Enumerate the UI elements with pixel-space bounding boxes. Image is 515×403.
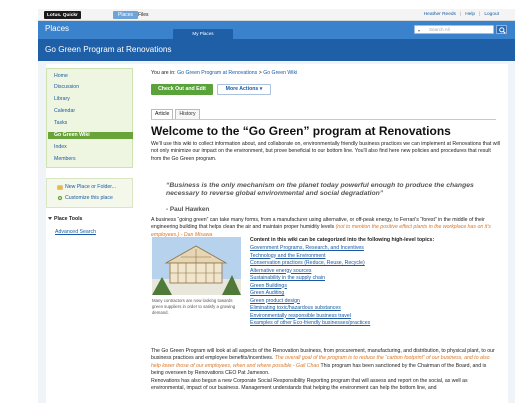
- going-green-paragraph: A business “going green” can take many f…: [151, 217, 491, 238]
- place-actions: New Place or Folder... Customize this pl…: [46, 178, 133, 208]
- photo-caption: Many contractors are now looking towards…: [152, 298, 236, 315]
- advanced-search-link[interactable]: Advanced Search: [55, 229, 96, 236]
- sidebar-item-discussion[interactable]: Discussion: [54, 84, 79, 91]
- place-title: Go Green Program at Renovations: [45, 45, 172, 54]
- search-input[interactable]: ▾ Search All: [414, 25, 494, 34]
- sidebar-item-go-green-wiki[interactable]: Go Green Wiki: [48, 132, 133, 139]
- topic-link[interactable]: Conservation practices (Reduce, Reuse, R…: [250, 260, 365, 267]
- tab-divider: [151, 119, 496, 120]
- topic-link[interactable]: Technology and the Environment: [250, 253, 326, 260]
- sidebar-item-library[interactable]: Library: [54, 96, 70, 103]
- program-paragraph: The Go Green Program will look at all as…: [151, 348, 495, 377]
- search-scope-dropdown-icon[interactable]: ▾: [418, 27, 420, 34]
- place-header: Places My Places ▾ Search All Go Green P…: [38, 21, 515, 61]
- customize-place-link[interactable]: Customize this place: [57, 195, 113, 202]
- quote-text: “Business is the only mechanism on the p…: [166, 182, 474, 198]
- check-out-edit-button[interactable]: Check Out and Edit: [151, 84, 213, 95]
- topic-link[interactable]: Government Programs, Research, and Incen…: [250, 245, 364, 252]
- intro-paragraph: We'll use this wiki to collect informati…: [151, 141, 500, 162]
- sidebar-item-tasks[interactable]: Tasks: [54, 120, 67, 127]
- breadcrumb-page-link[interactable]: Go Green Wiki: [263, 70, 297, 76]
- page-title: Welcome to the “Go Green” program at Ren…: [151, 124, 451, 138]
- tab-places[interactable]: Places: [113, 11, 139, 19]
- topics-heading: Content in this wiki can be categorized …: [250, 237, 435, 243]
- breadcrumb-place-link[interactable]: Go Green Program at Renovations: [177, 70, 257, 76]
- places-title: Places: [45, 24, 70, 33]
- topic-link[interactable]: Sustainability in the supply chain: [250, 275, 325, 282]
- topic-link[interactable]: Green product design: [250, 298, 300, 305]
- topic-link[interactable]: Alternative energy sources: [250, 268, 311, 275]
- product-logo[interactable]: Lotus. Quickr: [44, 11, 81, 19]
- user-links: Heather Reeds | Help | Logout: [423, 12, 499, 17]
- more-actions-button[interactable]: More Actions ▾: [217, 84, 271, 95]
- place-tools-heading[interactable]: Place Tools: [48, 216, 82, 223]
- top-bar: Lotus. Quickr Places Files Heather Reeds…: [38, 9, 515, 21]
- search-button[interactable]: [496, 25, 507, 34]
- search-icon: [499, 27, 506, 34]
- topic-link[interactable]: Eliminating toxic/hazardous substances: [250, 305, 341, 312]
- tab-files[interactable]: Files: [138, 12, 149, 18]
- user-name-link[interactable]: Heather Reeds: [424, 12, 456, 17]
- house-photo: [152, 237, 241, 295]
- tab-article[interactable]: Article: [151, 109, 174, 119]
- tab-history[interactable]: History: [175, 109, 200, 119]
- my-places-tab[interactable]: My Places: [173, 29, 233, 39]
- topic-link[interactable]: Green Buildings: [250, 283, 287, 290]
- customize-icon: [57, 195, 63, 201]
- sidebar-item-members[interactable]: Members: [54, 156, 76, 163]
- new-place-link[interactable]: New Place or Folder...: [57, 184, 116, 191]
- collapse-triangle-icon: [48, 217, 52, 221]
- csr-paragraph: Renovations has also begun a new Corpora…: [151, 378, 468, 392]
- sidebar-item-index[interactable]: Index: [54, 144, 67, 151]
- logout-link[interactable]: Logout: [484, 12, 499, 17]
- sidebar-nav: Home Discussion Library Calendar Tasks G…: [46, 68, 133, 168]
- search-placeholder: Search All: [429, 27, 450, 32]
- sidebar-item-calendar[interactable]: Calendar: [54, 108, 75, 115]
- sidebar-item-home[interactable]: Home: [54, 73, 68, 80]
- new-folder-icon: [57, 185, 63, 190]
- help-link[interactable]: Help: [465, 12, 475, 17]
- article-tabs: Article History: [151, 109, 202, 119]
- breadcrumb: You are in: Go Green Program at Renovati…: [151, 70, 298, 76]
- topic-link[interactable]: Green Auditing: [250, 290, 284, 297]
- topic-link[interactable]: Environmentally responsible business tra…: [250, 313, 351, 320]
- quote-author: - Paul Hawken: [166, 206, 210, 213]
- topic-link[interactable]: Examples of other Eco-friendly businesse…: [250, 320, 370, 327]
